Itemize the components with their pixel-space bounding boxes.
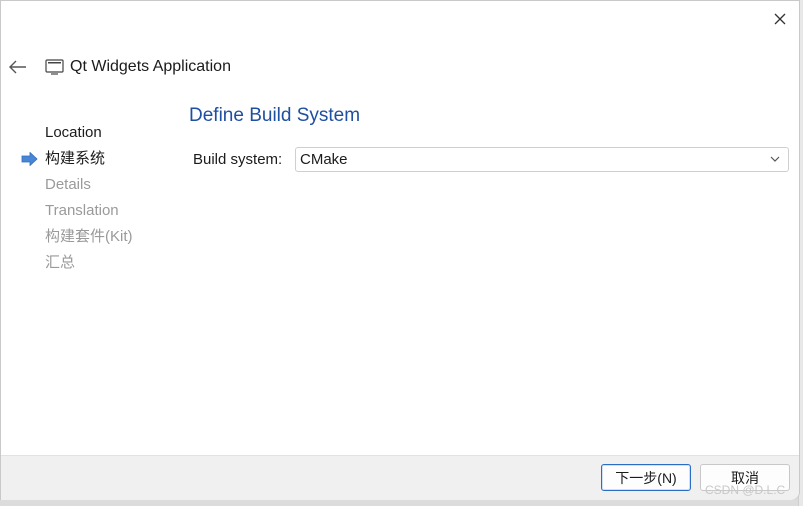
build-system-value: CMake — [300, 151, 348, 168]
wizard-steps-list: Location 构建系统 Details Translation 构建套件(K… — [21, 123, 171, 279]
step-translation: Translation — [21, 201, 171, 227]
step-summary: 汇总 — [21, 253, 171, 279]
step-label: Translation — [45, 202, 119, 219]
back-button[interactable] — [6, 56, 30, 78]
page-title: Define Build System — [189, 105, 361, 126]
step-location: Location — [21, 123, 171, 149]
close-icon — [774, 13, 786, 25]
step-label: 汇总 — [45, 254, 76, 271]
step-label: Location — [45, 124, 102, 141]
next-button[interactable]: 下一步(N) — [601, 464, 691, 491]
application-window-icon — [45, 59, 64, 75]
build-system-label: Build system: — [193, 151, 283, 168]
current-step-arrow-icon — [21, 152, 38, 166]
step-kits: 构建套件(Kit) — [21, 227, 171, 253]
wizard-title-row: Qt Widgets Application — [45, 57, 231, 77]
watermark: CSDN @D.L.C — [705, 483, 786, 497]
wizard-title: Qt Widgets Application — [70, 58, 231, 75]
step-build-system: 构建系统 — [21, 149, 171, 175]
step-label: 构建套件(Kit) — [45, 228, 133, 245]
back-arrow-icon — [9, 60, 26, 74]
new-project-wizard-dialog: Qt Widgets Application Location 构建系统 Det… — [0, 0, 800, 500]
step-label: 构建系统 — [45, 150, 106, 167]
close-button[interactable] — [767, 7, 793, 31]
step-label: Details — [45, 176, 91, 193]
build-system-select[interactable]: CMake — [295, 147, 789, 172]
chevron-down-icon — [770, 156, 780, 162]
step-details: Details — [21, 175, 171, 201]
